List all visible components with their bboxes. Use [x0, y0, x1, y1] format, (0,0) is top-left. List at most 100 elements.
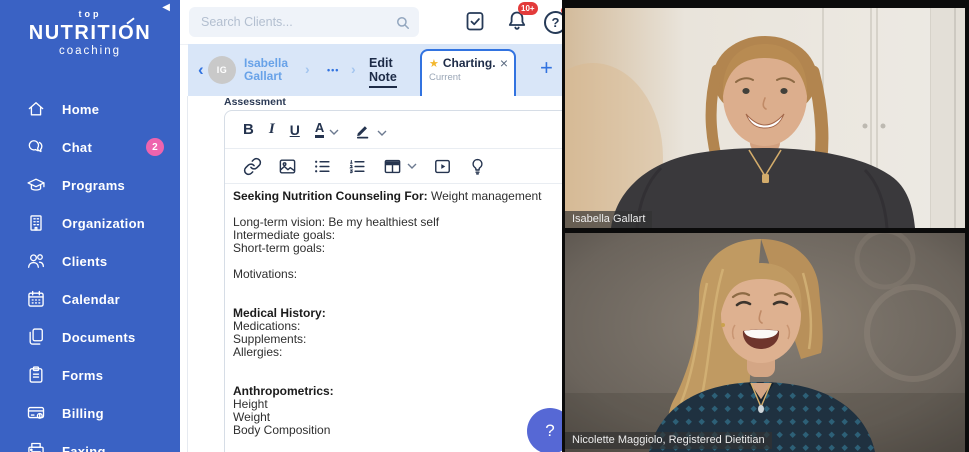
edit-note-line1: Edit	[369, 56, 393, 70]
bell-icon	[508, 11, 526, 30]
chevron-down-icon	[329, 129, 339, 135]
chat-icon	[28, 140, 43, 153]
sidebar: ◀ top NUTRITION coaching Home Chat 2 Pro…	[0, 0, 180, 452]
sidebar-item-forms[interactable]: Forms	[0, 356, 180, 394]
note-line: Seeking Nutrition Counseling For: Weight…	[233, 189, 542, 203]
sidebar-item-faxing[interactable]: Faxing	[0, 432, 180, 452]
text-color-button[interactable]: A	[314, 121, 339, 138]
sidebar-item-documents[interactable]: Documents	[0, 318, 180, 356]
bulleted-list-button[interactable]	[313, 157, 332, 176]
italic-button[interactable]: I	[269, 121, 275, 138]
notifications-button[interactable]	[504, 9, 530, 35]
sidebar-item-label: Clients	[62, 253, 108, 269]
tasks-button[interactable]	[462, 9, 488, 35]
faxing-icon	[28, 442, 44, 452]
forms-icon	[29, 366, 43, 383]
insert-video-button[interactable]	[433, 157, 452, 176]
breadcrumb-client-name[interactable]: Isabella Gallart	[244, 57, 288, 83]
tab-status: Current	[429, 72, 461, 83]
bold-button[interactable]: B	[243, 121, 254, 138]
client-tab-bar: ‹ IG Isabella Gallart › ••• › Edit Note …	[188, 44, 562, 96]
sidebar-item-label: Home	[62, 101, 100, 117]
chevron-right-icon: ›	[305, 61, 310, 77]
help-bubble-button[interactable]: ?	[527, 408, 562, 452]
bulleted-list-icon	[315, 160, 330, 172]
note-line	[233, 281, 562, 294]
billing-icon	[27, 406, 45, 419]
editor-toolbar-row1: B I U A	[225, 111, 562, 149]
sidebar-item-label: Organization	[62, 215, 146, 231]
tasks-icon	[466, 12, 484, 31]
video-tile-isabella: Isabella Gallart	[565, 8, 965, 228]
note-line	[233, 437, 562, 450]
content-divider	[187, 96, 188, 452]
chevron-down-icon	[377, 130, 387, 136]
table-icon	[384, 159, 401, 173]
italic-icon: I	[268, 121, 275, 137]
note-line: Allergies:	[233, 345, 283, 359]
underline-button[interactable]: U	[290, 122, 300, 138]
link-button[interactable]	[243, 157, 262, 176]
note-content[interactable]: Seeking Nutrition Counseling For: Weight…	[225, 184, 562, 452]
sidebar-item-calendar[interactable]: Calendar	[0, 280, 180, 318]
numbered-list-icon	[349, 159, 365, 173]
video-frame-isabella	[565, 8, 965, 228]
tab-close-icon[interactable]: ×	[500, 56, 508, 70]
text-color-icon: A	[314, 121, 325, 138]
video-call-panel: Isabella Gallart Nicolette Maggiolo, Reg…	[562, 0, 969, 452]
video-tile-dietitian: Nicolette Maggiolo, Registered Dietitian	[565, 233, 965, 452]
breadcrumb-edit-note[interactable]: Edit Note	[369, 56, 397, 88]
note-line: Height	[233, 397, 268, 411]
sidebar-item-label: Calendar	[62, 291, 121, 307]
participant-name-label: Nicolette Maggiolo, Registered Dietitian	[565, 432, 772, 449]
tab-title: Charting...	[442, 56, 496, 70]
suggestion-button[interactable]	[468, 157, 487, 176]
lightbulb-icon	[472, 158, 483, 175]
sidebar-item-label: Billing	[62, 405, 104, 421]
sidebar-item-label: Programs	[62, 177, 126, 193]
note-editor: B I U A Seeking Nutrition Counseling For…	[224, 110, 562, 452]
tab-charting[interactable]: ★ Charting... × Current	[420, 49, 516, 96]
sidebar-item-label: Documents	[62, 329, 136, 345]
programs-icon	[27, 178, 45, 191]
participant-name-label: Isabella Gallart	[565, 211, 653, 228]
logo-name-text: NUTRITION	[28, 22, 152, 44]
chat-unread-badge: 2	[146, 138, 164, 156]
note-line: Short-term goals:	[233, 241, 326, 255]
note-line	[233, 359, 562, 372]
organization-icon	[30, 215, 42, 231]
breadcrumb-overflow-button[interactable]: •••	[321, 64, 345, 76]
sidebar-item-billing[interactable]: Billing	[0, 394, 180, 432]
sidebar-collapse-icon[interactable]: ◀	[162, 2, 170, 13]
insert-table-button[interactable]	[383, 157, 417, 176]
sidebar-nav: Home Chat 2 Programs Organization Client…	[0, 90, 180, 452]
sidebar-item-chat[interactable]: Chat 2	[0, 128, 180, 166]
note-line: Anthropometrics:	[233, 384, 334, 398]
help-menu-button[interactable]: ?	[544, 9, 562, 35]
app-logo: top NUTRITION coaching	[0, 0, 180, 58]
sidebar-item-organization[interactable]: Organization	[0, 204, 180, 242]
image-icon	[279, 158, 296, 174]
numbered-list-button[interactable]	[348, 157, 367, 176]
client-avatar[interactable]: IG	[208, 56, 236, 84]
logo-top-text: top	[78, 9, 102, 19]
highlight-button[interactable]	[354, 121, 387, 139]
home-icon	[28, 102, 44, 116]
star-icon: ★	[429, 57, 439, 70]
sidebar-item-clients[interactable]: Clients	[0, 242, 180, 280]
top-bar: 10+ ?	[180, 0, 562, 45]
sidebar-item-home[interactable]: Home	[0, 90, 180, 128]
video-icon	[435, 159, 450, 173]
sidebar-item-label: Forms	[62, 367, 104, 383]
insert-image-button[interactable]	[278, 157, 297, 176]
edit-note-line2: Note	[369, 70, 397, 84]
app-window: ◀ top NUTRITION coaching Home Chat 2 Pro…	[0, 0, 969, 452]
underline-icon: U	[289, 121, 300, 138]
question-icon: ?	[544, 10, 562, 34]
search-icon	[397, 17, 409, 29]
search-input[interactable]	[189, 7, 419, 37]
sidebar-item-programs[interactable]: Programs	[0, 166, 180, 204]
chevron-down-icon	[407, 163, 417, 169]
highlighter-icon	[357, 125, 369, 139]
add-tab-button[interactable]: +	[534, 54, 559, 82]
